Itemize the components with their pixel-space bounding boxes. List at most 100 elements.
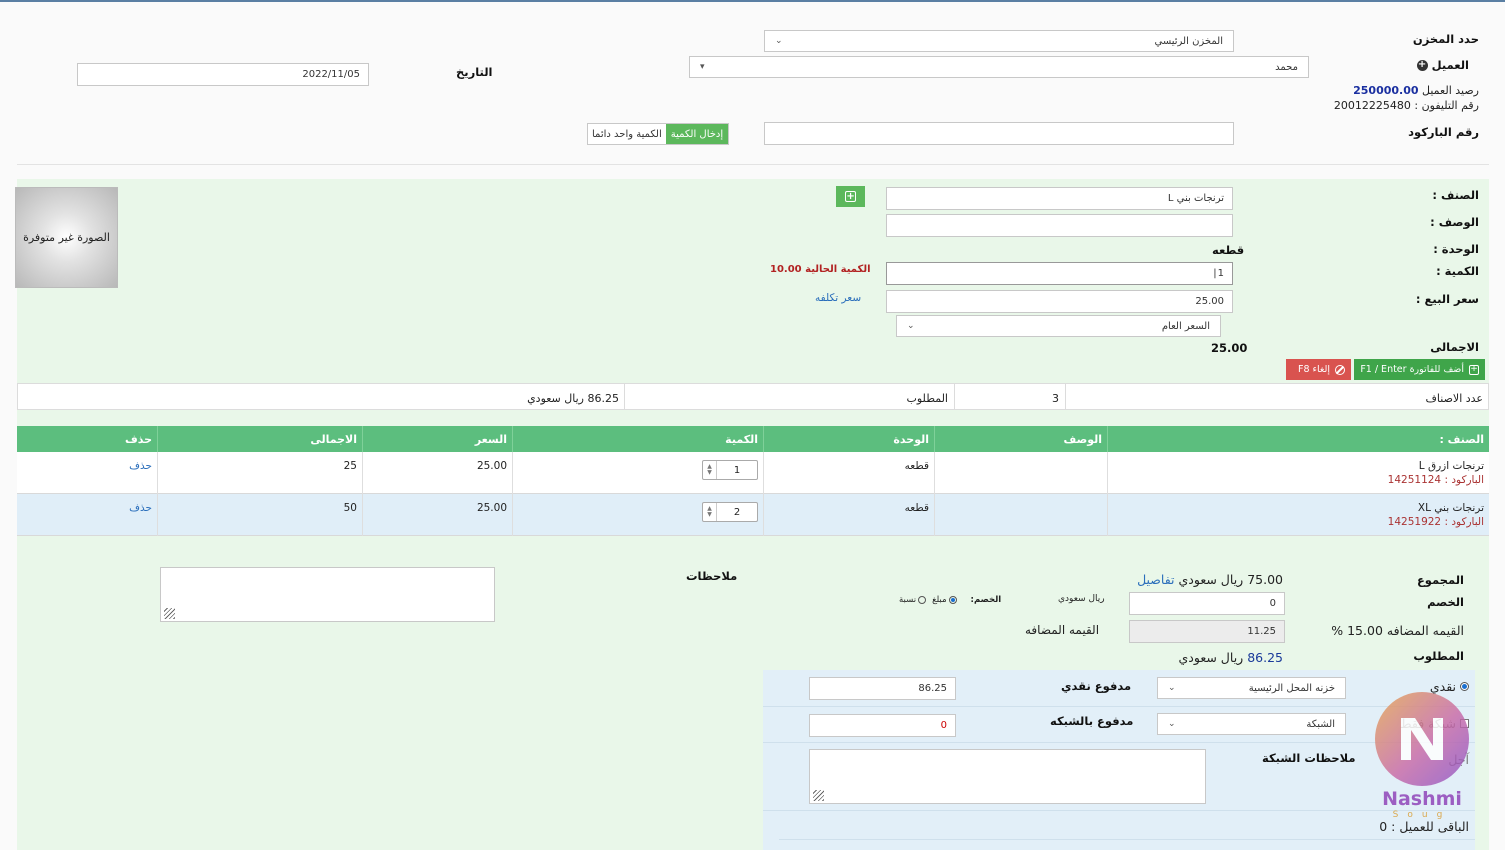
vat-input: 11.25	[1129, 620, 1285, 643]
row-qty-cell: ▲ ▼ 2	[512, 494, 763, 536]
row-price-cell: 25.00	[362, 494, 512, 536]
customer-value: محمد	[1275, 61, 1298, 73]
dropdown-arrow-icon: ▾	[700, 62, 705, 72]
network-box-value: الشبكة	[1306, 718, 1335, 730]
required-value: 86.25 ريال سعودي	[527, 392, 619, 405]
row-total-cell: 50	[157, 494, 362, 536]
cash-paid-input[interactable]: 86.25	[809, 677, 956, 700]
item-total-label: الاجمالى	[1430, 340, 1479, 354]
notes-textarea[interactable]	[160, 567, 495, 622]
row-delete-link[interactable]: حذف	[17, 452, 157, 494]
item-class-input[interactable]: ترنجات بني L	[886, 187, 1233, 210]
add-to-invoice-button[interactable]: + أضف للفاتورة F1 / Enter	[1354, 359, 1485, 380]
col-header-class[interactable]: الصنف :	[1107, 426, 1489, 452]
required-label: المطلوب	[906, 392, 948, 405]
row-unit-cell: قطعه	[763, 452, 934, 494]
stepper-arrows-icon[interactable]: ▲ ▼	[703, 503, 717, 521]
item-class-label: الصنف :	[1432, 188, 1479, 202]
customer-select[interactable]: محمد ▾	[689, 56, 1309, 78]
vat-suffix: القيمه المضافه	[1025, 623, 1100, 637]
ban-icon	[1335, 364, 1345, 375]
item-qty-input[interactable]: 1 |	[886, 262, 1233, 285]
deferred-option[interactable]: آجل	[1448, 752, 1469, 767]
add-item-icon[interactable]: +	[836, 186, 865, 207]
stepper-arrows-icon[interactable]: ▲ ▼	[703, 461, 717, 479]
item-total-value: 25.00	[1211, 341, 1248, 355]
discount-percent-radio[interactable]: نسبة	[899, 595, 927, 605]
chevron-down-icon: ⌄	[775, 36, 783, 46]
col-header-desc[interactable]: الوصف	[934, 426, 1107, 452]
row-barcode: الباركود : 14251922	[1387, 516, 1484, 528]
current-qty-value: 10.00	[770, 264, 802, 275]
mode-qty-one-button[interactable]: الكمية واحد دائما	[588, 124, 666, 144]
sum-value-line: 75.00 ريال سعودي تفاصيل	[1137, 572, 1283, 587]
discount-type-group: الخصم: مبلغ نسبة	[899, 595, 1001, 605]
required-total-currency: ريال سعودي	[1178, 650, 1244, 665]
row-item-name: ترنجات بني XL	[1417, 502, 1484, 514]
warehouse-label: حدد المخزن	[1412, 32, 1479, 46]
col-header-delete[interactable]: حذف	[17, 426, 157, 452]
required-total-line: 86.25 ريال سعودي	[1179, 650, 1283, 665]
notes-label: ملاحظات	[686, 569, 738, 583]
item-desc-label: الوصف :	[1430, 215, 1479, 229]
sum-value: 75.00	[1247, 572, 1283, 587]
resize-grip-icon[interactable]	[813, 790, 824, 801]
barcode-input[interactable]	[764, 122, 1234, 145]
col-header-total[interactable]: الاجمالى	[157, 426, 362, 452]
item-desc-input[interactable]	[886, 214, 1233, 237]
network-checkbox[interactable]: شبكة فقط	[1400, 716, 1469, 731]
current-qty: الكمية الحالية 10.00	[770, 264, 871, 275]
items-count-label: عدد الاصناف	[1425, 392, 1483, 405]
sum-currency: ريال سعودي	[1178, 572, 1244, 587]
price-type-select[interactable]: السعر العام ⌄	[896, 315, 1221, 337]
cancel-button[interactable]: إلغاء F8	[1286, 359, 1351, 380]
col-header-price[interactable]: السعر	[362, 426, 512, 452]
balance-value: 250000.00	[1353, 84, 1419, 97]
date-input[interactable]: 2022/11/05	[77, 63, 369, 86]
quantity-stepper[interactable]: ▲ ▼ 1	[702, 460, 758, 480]
cost-price-link[interactable]: سعر تكلفه	[815, 292, 861, 304]
warehouse-select[interactable]: المخزن الرئيسي ⌄	[764, 30, 1234, 52]
barcode-label: رقم الباركود	[1408, 125, 1479, 139]
network-box-select[interactable]: الشبكة ⌄	[1157, 713, 1346, 735]
discount-input[interactable]: 0	[1129, 592, 1285, 615]
item-image-placeholder: الصورة غير متوفرة	[15, 187, 118, 288]
item-price-label: سعر البيع :	[1415, 292, 1479, 306]
network-notes-label: ملاحظات الشبكة	[1262, 751, 1356, 765]
row-delete-link[interactable]: حذف	[17, 494, 157, 536]
table-row: ترنجات بني XL الباركود : 14251922 قطعه ▲…	[17, 494, 1489, 536]
cash-box-select[interactable]: خزنه المحل الرئيسية ⌄	[1157, 677, 1346, 699]
table-row: ترنجات ازرق L الباركود : 14251124 قطعه ▲…	[17, 452, 1489, 494]
items-table-header: الصنف : الوصف الوحدة الكمية السعر الاجما…	[17, 426, 1489, 452]
discount-amount-radio[interactable]: مبلغ	[932, 595, 957, 605]
price-type-value: السعر العام	[1161, 320, 1210, 332]
remaining-label: الباقى للعميل :	[1391, 819, 1469, 834]
customer-label: العميل +	[1416, 58, 1469, 72]
mode-enter-qty-button[interactable]: إدخال الكمية	[665, 124, 729, 144]
required-total-value: 86.25	[1247, 650, 1283, 665]
row-qty-cell: ▲ ▼ 1	[512, 452, 763, 494]
item-price-input[interactable]: 25.00	[886, 290, 1233, 313]
row-desc-cell	[934, 452, 1107, 494]
remaining-line: الباقى للعميل : 0	[1379, 819, 1469, 834]
col-header-unit[interactable]: الوحدة	[763, 426, 934, 452]
divider	[1065, 384, 1066, 409]
row-barcode: الباركود : 14251124	[1387, 474, 1484, 486]
cash-paid-label: مدفوع نقدي	[1061, 679, 1132, 693]
row-total-cell: 25	[157, 452, 362, 494]
col-header-qty[interactable]: الكمية	[512, 426, 763, 452]
divider	[17, 164, 1489, 165]
cash-radio[interactable]: نقدي	[1430, 679, 1469, 694]
network-notes-textarea[interactable]	[809, 749, 1206, 804]
add-customer-icon[interactable]: +	[1416, 59, 1428, 71]
resize-grip-icon[interactable]	[164, 608, 175, 619]
quantity-stepper[interactable]: ▲ ▼ 2	[702, 502, 758, 522]
details-link[interactable]: تفاصيل	[1137, 572, 1174, 587]
items-count-value: 3	[1052, 392, 1059, 405]
divider	[763, 810, 1475, 811]
chevron-down-icon: ⌄	[1168, 719, 1176, 729]
divider	[763, 706, 1475, 707]
customer-balance: رصيد العميل 250000.00	[1353, 84, 1479, 97]
cash-box-value: خزنه المحل الرئيسية	[1248, 682, 1335, 694]
network-paid-input[interactable]: 0	[809, 714, 956, 737]
